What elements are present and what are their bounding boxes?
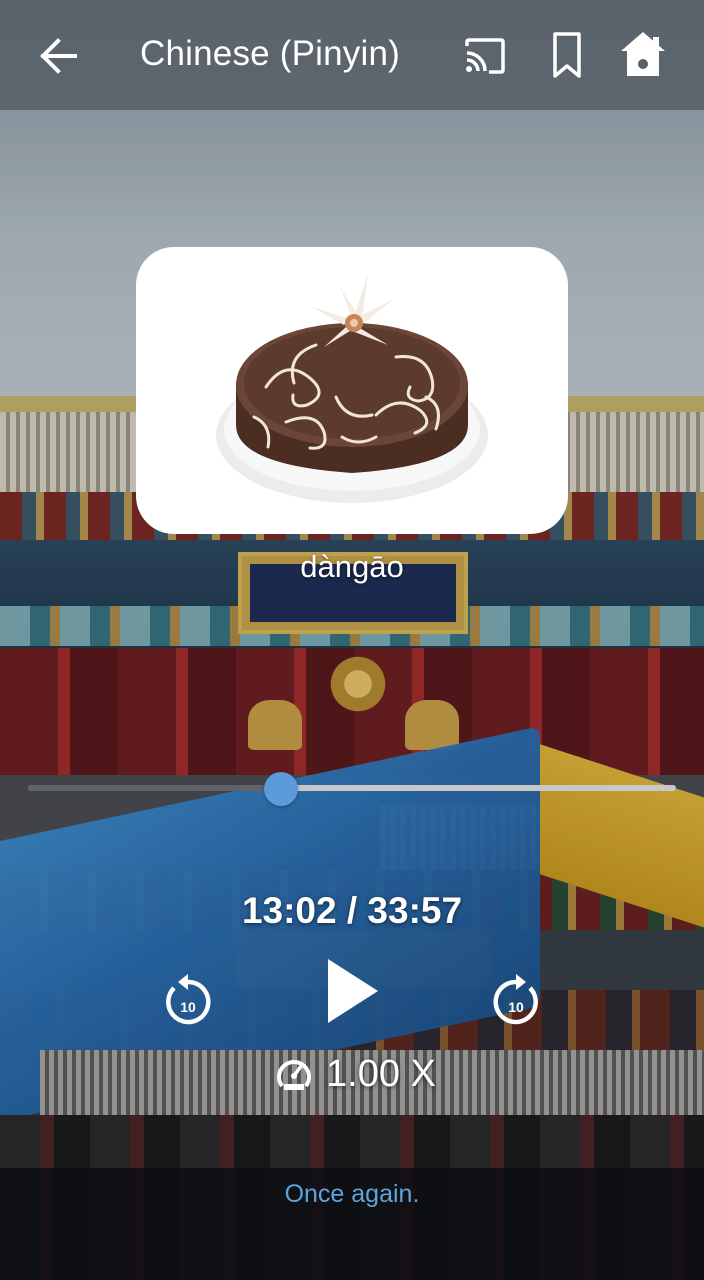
time-readout: 13:02 / 33:57 <box>241 890 463 931</box>
forward-seconds-label: 10 <box>508 999 524 1015</box>
bookmark-button[interactable] <box>544 28 590 82</box>
back-button[interactable] <box>28 30 88 82</box>
play-button[interactable] <box>322 955 382 1027</box>
progress-thumb[interactable] <box>263 772 298 806</box>
cast-icon <box>465 38 505 74</box>
rewind-seconds-label: 10 <box>180 999 196 1015</box>
speedometer-icon <box>277 1060 311 1090</box>
cake-image <box>216 273 488 503</box>
playback-speed-button[interactable]: 1.00 X <box>274 1050 436 1098</box>
home-icon <box>621 32 665 76</box>
progress-slider[interactable] <box>28 772 676 806</box>
play-icon <box>328 959 378 1023</box>
forward-10-button[interactable]: 10 <box>488 972 544 1030</box>
cast-button[interactable] <box>458 32 512 80</box>
replay-10-icon: 10 <box>166 974 211 1025</box>
page-title: Chinese (Pinyin) <box>140 34 400 73</box>
flashcard-image <box>136 247 568 534</box>
home-button[interactable] <box>614 24 672 84</box>
app-bar: Chinese (Pinyin) <box>0 0 704 110</box>
back-arrow-icon <box>40 38 77 74</box>
bookmark-icon <box>553 32 581 78</box>
forward-10-icon: 10 <box>493 974 538 1025</box>
once-again-link[interactable]: Once again. <box>0 1180 704 1209</box>
speed-label: 1.00 X <box>326 1052 436 1095</box>
rewind-10-button[interactable]: 10 <box>160 972 216 1030</box>
pinyin-word: dàngāo <box>300 549 404 584</box>
progress-fill <box>28 785 281 791</box>
